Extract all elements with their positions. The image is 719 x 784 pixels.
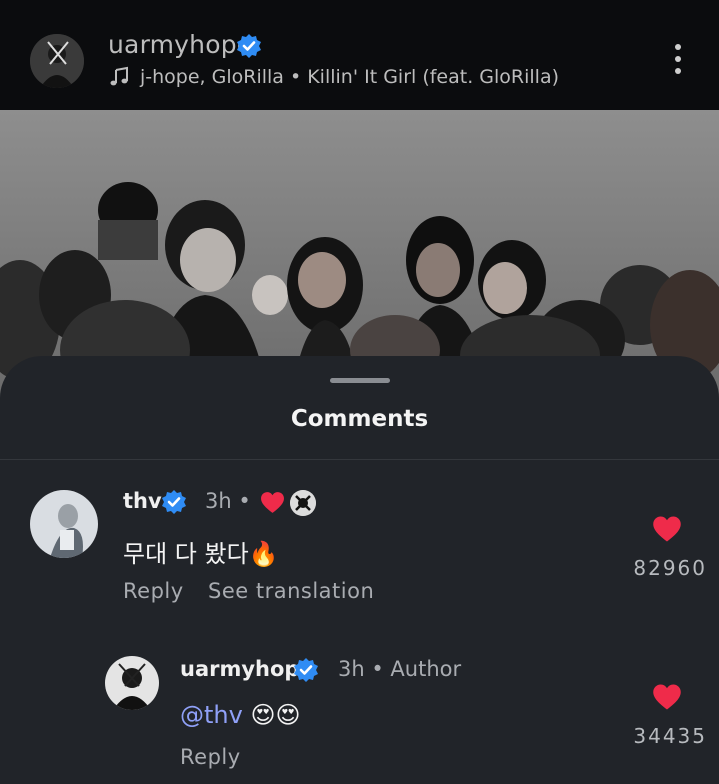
sheet-title: Comments [290, 406, 429, 432]
post-header: uarmyhope j-hope, GloRilla • Killin' It … [0, 0, 719, 110]
verified-badge-icon [162, 490, 186, 514]
heart-icon[interactable] [652, 683, 682, 711]
drag-handle[interactable] [330, 378, 390, 383]
verified-badge-icon [294, 658, 318, 682]
music-note-icon [110, 66, 128, 86]
reply-button[interactable]: Reply [123, 579, 184, 603]
divider [0, 459, 719, 460]
author-mini-avatar [290, 490, 316, 516]
comments-sheet: Comments thv 3h • 무대 다 봤다� [0, 356, 719, 784]
see-translation-button[interactable]: See translation [208, 579, 374, 603]
music-attribution[interactable]: j-hope, GloRilla • Killin' It Girl (feat… [108, 66, 559, 88]
verified-badge-icon [237, 34, 261, 58]
author-liked-heart-icon [261, 492, 284, 513]
comment-text: 무대 다 봤다🔥 [123, 540, 279, 568]
commenter-avatar[interactable] [30, 490, 98, 558]
heart-icon[interactable] [652, 515, 682, 543]
comment-emoji: 😍😍 [250, 701, 301, 729]
like-count: 34435 [633, 724, 707, 748]
like-count: 82960 [633, 556, 707, 580]
author-username[interactable]: uarmyhope [108, 30, 252, 59]
author-avatar[interactable] [30, 34, 84, 88]
reply-button[interactable]: Reply [180, 745, 241, 769]
commenter-username[interactable]: thv [123, 489, 162, 513]
music-track-label: j-hope, GloRilla • Killin' It Girl (feat… [140, 66, 560, 88]
comment-time: 3h • Author [338, 657, 462, 681]
comment-text: @thv 😍😍 [180, 701, 301, 729]
comment-time: 3h • [205, 489, 251, 513]
commenter-avatar[interactable] [105, 656, 159, 710]
mention-link[interactable]: @thv [180, 701, 243, 729]
more-options-icon[interactable] [666, 44, 690, 80]
